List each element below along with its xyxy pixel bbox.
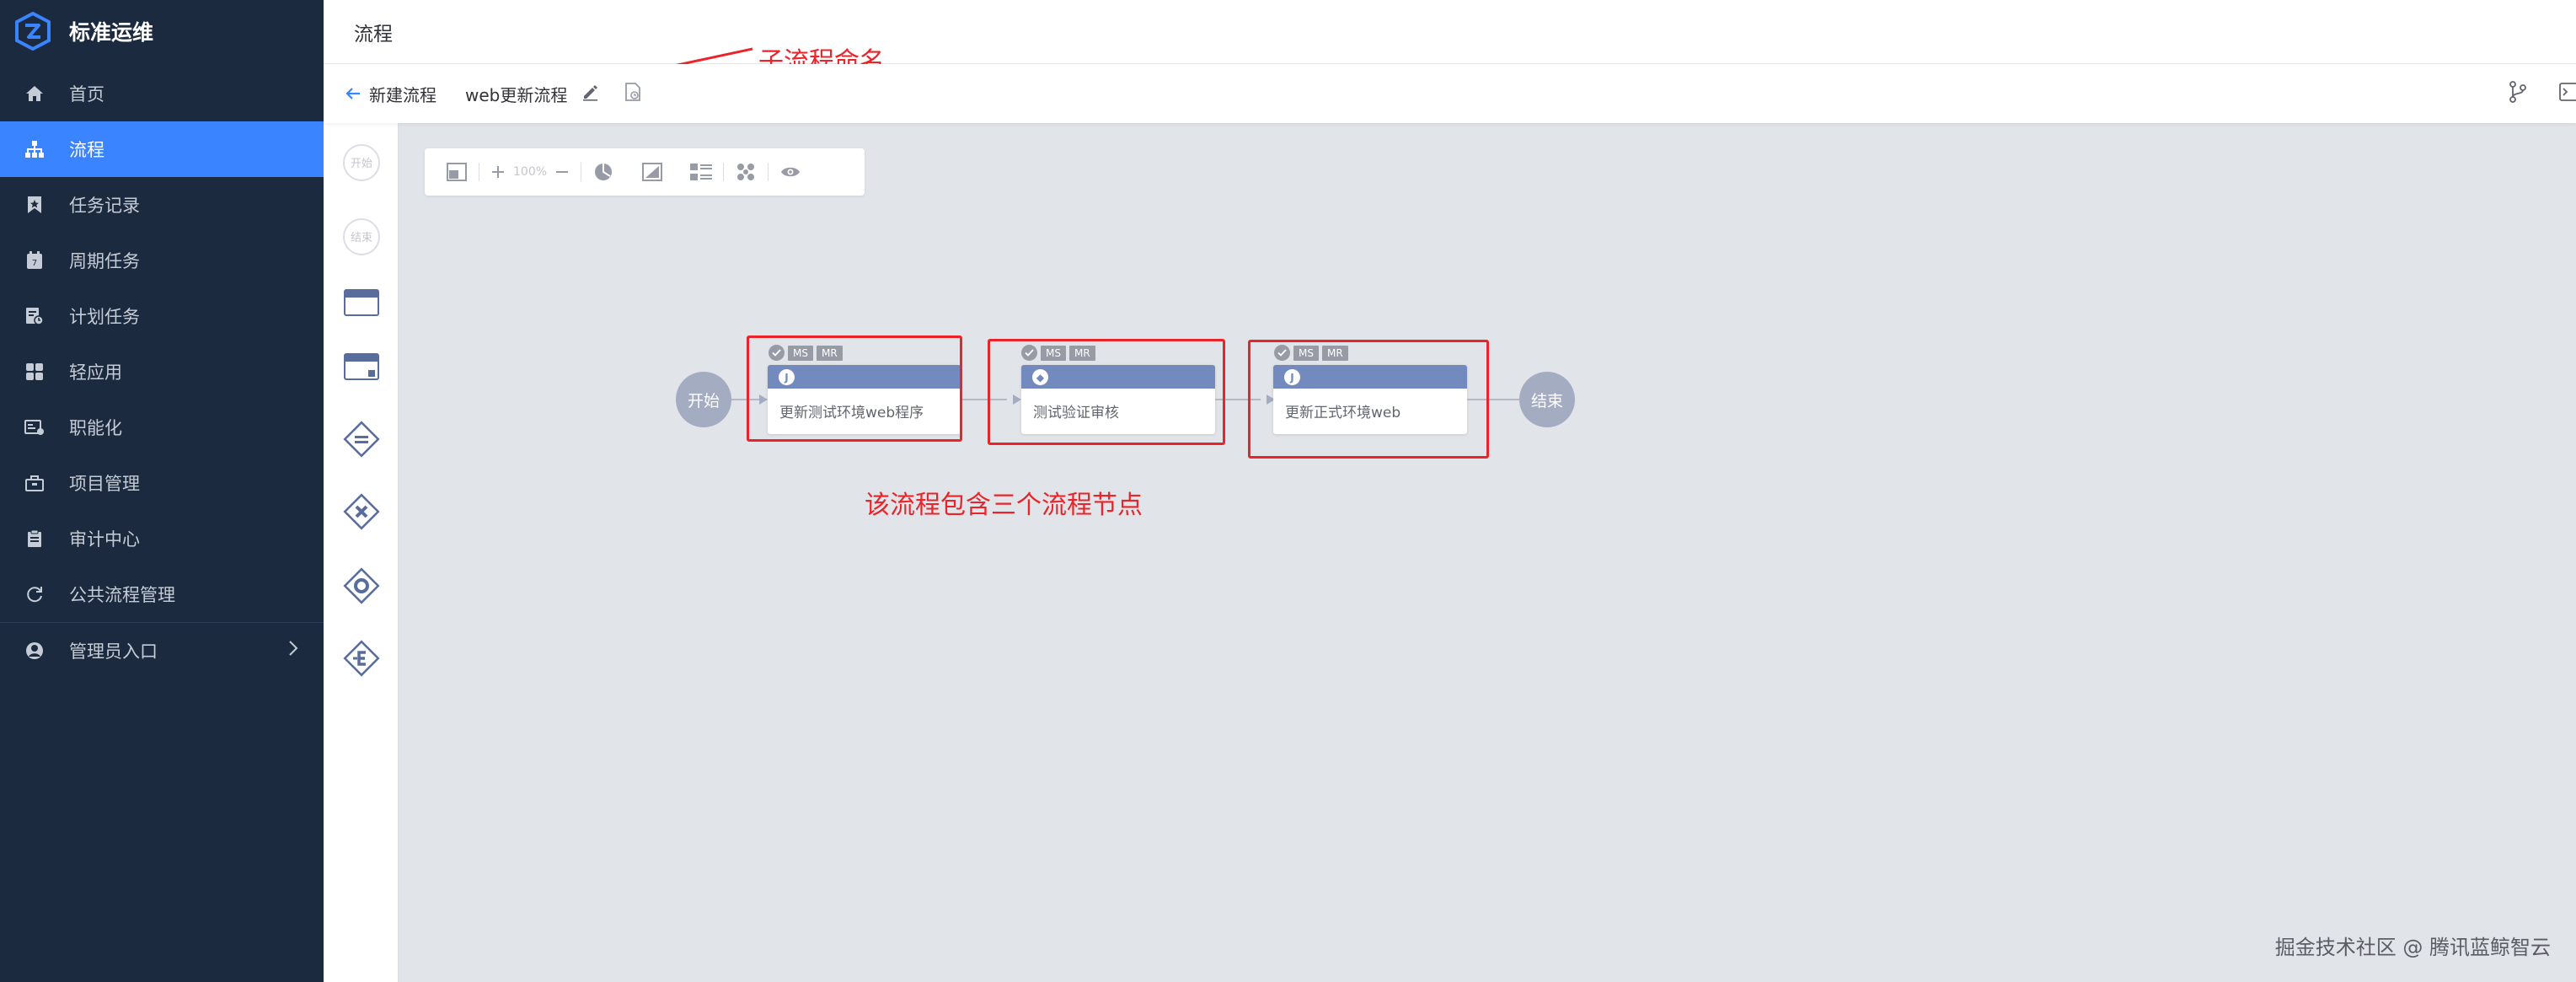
reset-icon (595, 164, 613, 180)
sidebar-item-label: 首页 (69, 84, 104, 105)
palette-start-node[interactable]: 开始 (342, 143, 381, 182)
edit-icon[interactable] (581, 83, 599, 105)
function-icon (24, 416, 46, 438)
task-node-icon (344, 289, 379, 319)
sidebar-item-periodic-task[interactable]: 7 周期任务 (0, 233, 324, 288)
zoom-level: 100% (513, 165, 548, 179)
palette-exclusive-gateway[interactable] (342, 492, 381, 534)
flow-name-field[interactable]: web更新流程 (436, 72, 608, 115)
palette-converge-gateway[interactable] (342, 566, 381, 609)
converge-gateway-icon (342, 566, 381, 609)
back-label: 新建流程 (369, 84, 436, 105)
minus-icon (556, 171, 569, 173)
save-draft-icon[interactable] (624, 83, 641, 105)
bookmark-icon (24, 194, 46, 216)
flow-canvas[interactable] (399, 123, 2576, 982)
end-node-label: 结束 (1530, 391, 1563, 411)
sidebar-item-label: 项目管理 (69, 474, 140, 494)
sidebar-item-label: 审计中心 (69, 529, 140, 550)
calendar-icon: 7 (24, 250, 46, 271)
sidebar-item-label: 公共流程管理 (69, 585, 175, 605)
node-palette: 开始 结束 (324, 123, 399, 982)
palette-end-node[interactable]: 结束 (342, 217, 381, 256)
svg-text:7: 7 (32, 259, 37, 268)
project-icon (24, 472, 46, 494)
palette-parallel-gateway[interactable] (342, 421, 381, 460)
sidebar-item-public-flow[interactable]: 公共流程管理 (0, 566, 324, 622)
page-title: 流程 (354, 23, 393, 46)
branch-icon[interactable] (2509, 81, 2527, 106)
plus-icon (492, 166, 504, 178)
annotation-box-node-1 (747, 335, 962, 442)
sidebar-item-task-record[interactable]: 任务记录 (0, 177, 324, 233)
eye-icon (781, 167, 801, 177)
subprocess-node-icon (344, 353, 379, 384)
sidebar-item-audit-center[interactable]: 审计中心 (0, 511, 324, 566)
app-name: 标准运维 (69, 20, 154, 45)
home-icon (24, 83, 46, 105)
start-node-label: 开始 (687, 391, 720, 411)
sidebar-item-label: 周期任务 (69, 251, 140, 271)
back-button[interactable]: 新建流程 (345, 82, 436, 106)
palette-end-label: 结束 (351, 232, 372, 244)
end-node[interactable]: 结束 (1519, 372, 1575, 427)
terminal-icon[interactable] (2559, 81, 2576, 106)
reset-view-button[interactable] (588, 157, 619, 187)
format-layout-button[interactable] (637, 157, 667, 187)
sidebar-item-label: 轻应用 (69, 362, 122, 383)
watermark: 掘金技术社区 @ 腾讯蓝鲸智云 (2274, 936, 2551, 959)
clipboard-icon (24, 528, 46, 550)
sidebar-item-flow[interactable]: 流程 (0, 121, 324, 177)
select-nodes-button[interactable] (731, 157, 761, 187)
list-icon (690, 164, 713, 180)
sidebar-item-home[interactable]: 首页 (0, 66, 324, 121)
chevron-right-icon (288, 640, 298, 661)
schedule-icon (24, 305, 46, 327)
minimap-icon (447, 163, 467, 181)
nodes-icon (737, 164, 755, 180)
toolbar-divider (723, 163, 725, 181)
palette-conditional-gateway[interactable] (342, 639, 381, 681)
zoom-in-button[interactable] (486, 157, 510, 187)
sidebar-item-project-management[interactable]: 项目管理 (0, 455, 324, 511)
sidebar-item-label: 职能化 (69, 418, 122, 438)
bk-logo-icon (15, 12, 51, 51)
palette-start-label: 开始 (351, 158, 372, 170)
palette-task-node[interactable] (342, 285, 381, 324)
exclusive-gateway-icon (342, 492, 381, 534)
sidebar-item-admin[interactable]: 管理员入口 (0, 622, 324, 678)
start-node[interactable]: 开始 (676, 372, 731, 427)
sidebar-item-functionalization[interactable]: 职能化 (0, 400, 324, 455)
sidebar-item-label: 计划任务 (69, 307, 140, 327)
zoom-out-button[interactable] (550, 157, 574, 187)
sidebar-item-label: 流程 (69, 140, 104, 160)
sitemap-icon (24, 138, 46, 160)
user-icon (24, 640, 46, 662)
annotation-box-node-2 (988, 339, 1225, 445)
flow-name: web更新流程 (465, 84, 568, 105)
canvas-toolbar: 100% (425, 148, 865, 196)
sidebar-item-label: 任务记录 (69, 196, 140, 216)
sidebar: 标准运维 首页 流程 任务记录 7 周期任务 计划任务 轻应用 职能化 项目管理… (0, 0, 324, 982)
parallel-gateway-icon (342, 420, 381, 462)
conditional-gateway-icon (342, 639, 381, 681)
sidebar-item-light-app[interactable]: 轻应用 (0, 344, 324, 400)
node-list-button[interactable] (686, 157, 716, 187)
format-icon (642, 163, 663, 181)
refresh-icon (24, 583, 46, 605)
sidebar-item-plan-task[interactable]: 计划任务 (0, 288, 324, 344)
toolbar-divider (768, 163, 769, 181)
apps-icon (24, 361, 46, 383)
preview-button[interactable] (775, 157, 806, 187)
palette-subprocess-node[interactable] (342, 349, 381, 388)
minimap-button[interactable] (442, 157, 472, 187)
subheader-actions (2509, 81, 2576, 106)
annotation-box-node-3 (1248, 340, 1489, 459)
sidebar-menu: 首页 流程 任务记录 7 周期任务 计划任务 轻应用 职能化 项目管理 审计中心… (0, 66, 324, 678)
app-logo[interactable]: 标准运维 (0, 0, 324, 62)
annotation-contains: 该流程包含三个流程节点 (865, 491, 1143, 520)
flow-subheader: 新建流程 web更新流程 (324, 64, 2576, 123)
sidebar-item-label: 管理员入口 (69, 641, 158, 662)
arrow-left-icon (345, 88, 360, 99)
